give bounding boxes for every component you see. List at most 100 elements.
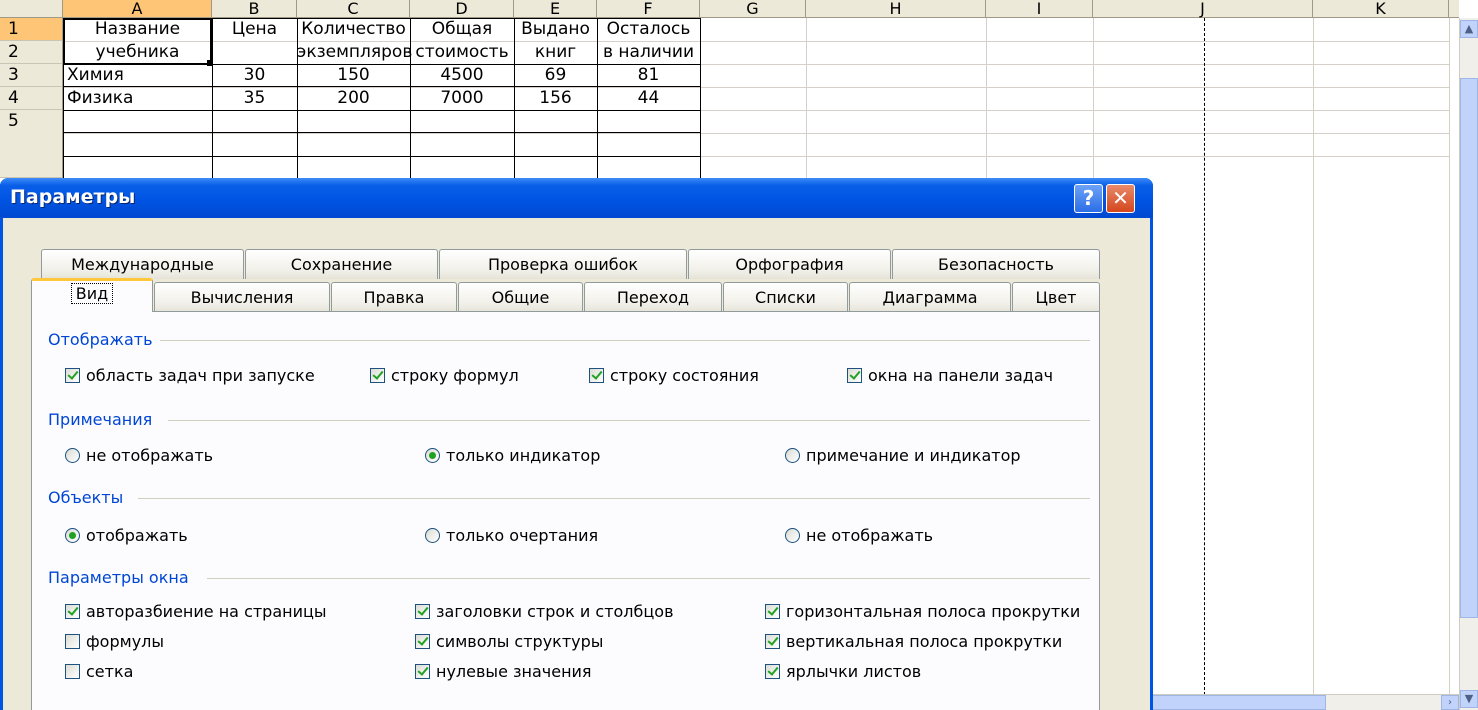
close-button[interactable]: ✕: [1106, 184, 1135, 213]
radio-objects-placeholders[interactable]: [425, 528, 440, 543]
options-dialog[interactable]: Параметры ? ✕ Международные Сохранение П…: [0, 178, 1153, 710]
option-taskpane-on-startup[interactable]: область задач при запуске: [65, 366, 315, 385]
tab-error-checking[interactable]: Проверка ошибок: [439, 249, 687, 279]
horizontal-scrollbar[interactable]: ›: [1150, 694, 1459, 710]
checkbox-outline-symbols[interactable]: [415, 634, 430, 649]
tab-calculation[interactable]: Вычисления: [154, 282, 330, 312]
cell-d4[interactable]: 7000: [410, 87, 514, 110]
vertical-scrollbar[interactable]: ▲ ▼: [1459, 18, 1478, 710]
radio-comments-none[interactable]: [65, 448, 80, 463]
cell-d3[interactable]: 4500: [410, 64, 514, 87]
checkbox-taskpane-on-startup[interactable]: [65, 368, 80, 383]
checkbox-formula-bar[interactable]: [370, 368, 385, 383]
cell-c1[interactable]: Количество: [297, 18, 410, 41]
tab-general[interactable]: Общие: [458, 282, 583, 312]
cell-e4[interactable]: 156: [514, 87, 597, 110]
tab-color[interactable]: Цвет: [1012, 282, 1100, 312]
column-header-i[interactable]: I: [986, 0, 1093, 18]
tab-view[interactable]: Вид: [31, 278, 153, 312]
column-header-g[interactable]: G: [700, 0, 806, 18]
dialog-titlebar[interactable]: Параметры ? ✕: [0, 178, 1153, 218]
scroll-up-button[interactable]: ▲: [1460, 20, 1478, 38]
tab-save[interactable]: Сохранение: [245, 249, 438, 279]
radio-comments-indicator[interactable]: [425, 448, 440, 463]
option-horizontal-scrollbar[interactable]: горизонтальная полоса прокрутки: [765, 602, 1080, 621]
option-zero-values[interactable]: нулевые значения: [415, 662, 592, 681]
option-sheet-tabs[interactable]: ярлычки листов: [765, 662, 921, 681]
row-header-3[interactable]: 3: [0, 64, 63, 87]
tab-lists[interactable]: Списки: [723, 282, 848, 312]
cell-c4[interactable]: 200: [297, 87, 410, 110]
checkbox-zero-values[interactable]: [415, 664, 430, 679]
option-objects-placeholders[interactable]: только очертания: [425, 526, 598, 545]
column-header-h[interactable]: H: [806, 0, 986, 18]
column-header-f[interactable]: F: [597, 0, 700, 18]
scroll-thumb[interactable]: [1460, 78, 1478, 618]
option-comments-indicator[interactable]: только индикатор: [425, 446, 600, 465]
horizontal-scroll-thumb[interactable]: [1150, 695, 1326, 710]
checkbox-status-bar[interactable]: [589, 368, 604, 383]
column-header-d[interactable]: D: [410, 0, 514, 18]
checkbox-row-col-headers[interactable]: [415, 604, 430, 619]
radio-comments-and-indicator[interactable]: [785, 448, 800, 463]
option-gridlines[interactable]: сетка: [65, 662, 133, 681]
option-formula-bar[interactable]: строку формул: [370, 366, 519, 385]
cell-f2[interactable]: в наличии: [597, 41, 700, 64]
tab-transition[interactable]: Переход: [584, 282, 722, 312]
radio-objects-hide[interactable]: [785, 528, 800, 543]
tab-international[interactable]: Международные: [41, 249, 244, 279]
scroll-down-button[interactable]: ▼: [1460, 690, 1478, 708]
tab-security[interactable]: Безопасность: [892, 249, 1100, 279]
option-formulas[interactable]: формулы: [65, 632, 164, 651]
column-header-e[interactable]: E: [514, 0, 597, 18]
checkbox-windows-in-taskbar[interactable]: [847, 368, 862, 383]
checkbox-formulas[interactable]: [65, 634, 80, 649]
row-header-4[interactable]: 4: [0, 87, 63, 110]
cell-e3[interactable]: 69: [514, 64, 597, 87]
cell-e2[interactable]: книг: [514, 41, 597, 64]
column-header-b[interactable]: B: [212, 0, 297, 18]
select-all-corner[interactable]: [0, 0, 63, 18]
option-status-bar[interactable]: строку состояния: [589, 366, 759, 385]
checkbox-vertical-scrollbar[interactable]: [765, 634, 780, 649]
cell-b4[interactable]: 35: [212, 87, 297, 110]
tab-spelling[interactable]: Орфография: [688, 249, 891, 279]
column-header-c[interactable]: C: [297, 0, 410, 18]
column-header-k[interactable]: K: [1313, 0, 1449, 18]
checkbox-horizontal-scrollbar[interactable]: [765, 604, 780, 619]
option-objects-show[interactable]: отображать: [65, 526, 188, 545]
cell-b1[interactable]: Цена: [212, 18, 297, 41]
row-header-1[interactable]: 1: [0, 18, 63, 41]
option-vertical-scrollbar[interactable]: вертикальная полоса прокрутки: [765, 632, 1062, 651]
cell-e1[interactable]: Выдано: [514, 18, 597, 41]
option-objects-hide[interactable]: не отображать: [785, 526, 933, 545]
checkbox-sheet-tabs[interactable]: [765, 664, 780, 679]
cell-f3[interactable]: 81: [597, 64, 700, 87]
help-button[interactable]: ?: [1074, 184, 1103, 213]
cell-d2[interactable]: стоимость: [410, 41, 514, 64]
checkbox-gridlines[interactable]: [65, 664, 80, 679]
column-header-a[interactable]: A: [63, 0, 212, 18]
option-outline-symbols[interactable]: символы структуры: [415, 632, 603, 651]
option-row-col-headers[interactable]: заголовки строк и столбцов: [415, 602, 674, 621]
cell-d1[interactable]: Общая: [410, 18, 514, 41]
scroll-right-button[interactable]: ›: [1441, 695, 1459, 710]
cell-c2[interactable]: экземпляров: [297, 41, 412, 64]
option-windows-in-taskbar[interactable]: окна на панели задач: [847, 366, 1053, 385]
cell-a3[interactable]: Химия: [63, 64, 212, 87]
tab-edit[interactable]: Правка: [331, 282, 457, 312]
cell-a4[interactable]: Физика: [63, 87, 212, 110]
option-page-breaks[interactable]: авторазбиение на страницы: [65, 602, 327, 621]
option-comments-none[interactable]: не отображать: [65, 446, 213, 465]
column-header-j[interactable]: J: [1093, 0, 1313, 18]
cell-a2[interactable]: учебника: [63, 41, 212, 64]
cell-a1[interactable]: Название: [63, 18, 212, 41]
tab-chart[interactable]: Диаграмма: [849, 282, 1011, 312]
row-header-2[interactable]: 2: [0, 41, 63, 64]
checkbox-page-breaks[interactable]: [65, 604, 80, 619]
cell-b3[interactable]: 30: [212, 64, 297, 87]
cell-c3[interactable]: 150: [297, 64, 410, 87]
row-header-5[interactable]: 5: [0, 110, 63, 178]
cell-f4[interactable]: 44: [597, 87, 700, 110]
radio-objects-show[interactable]: [65, 528, 80, 543]
